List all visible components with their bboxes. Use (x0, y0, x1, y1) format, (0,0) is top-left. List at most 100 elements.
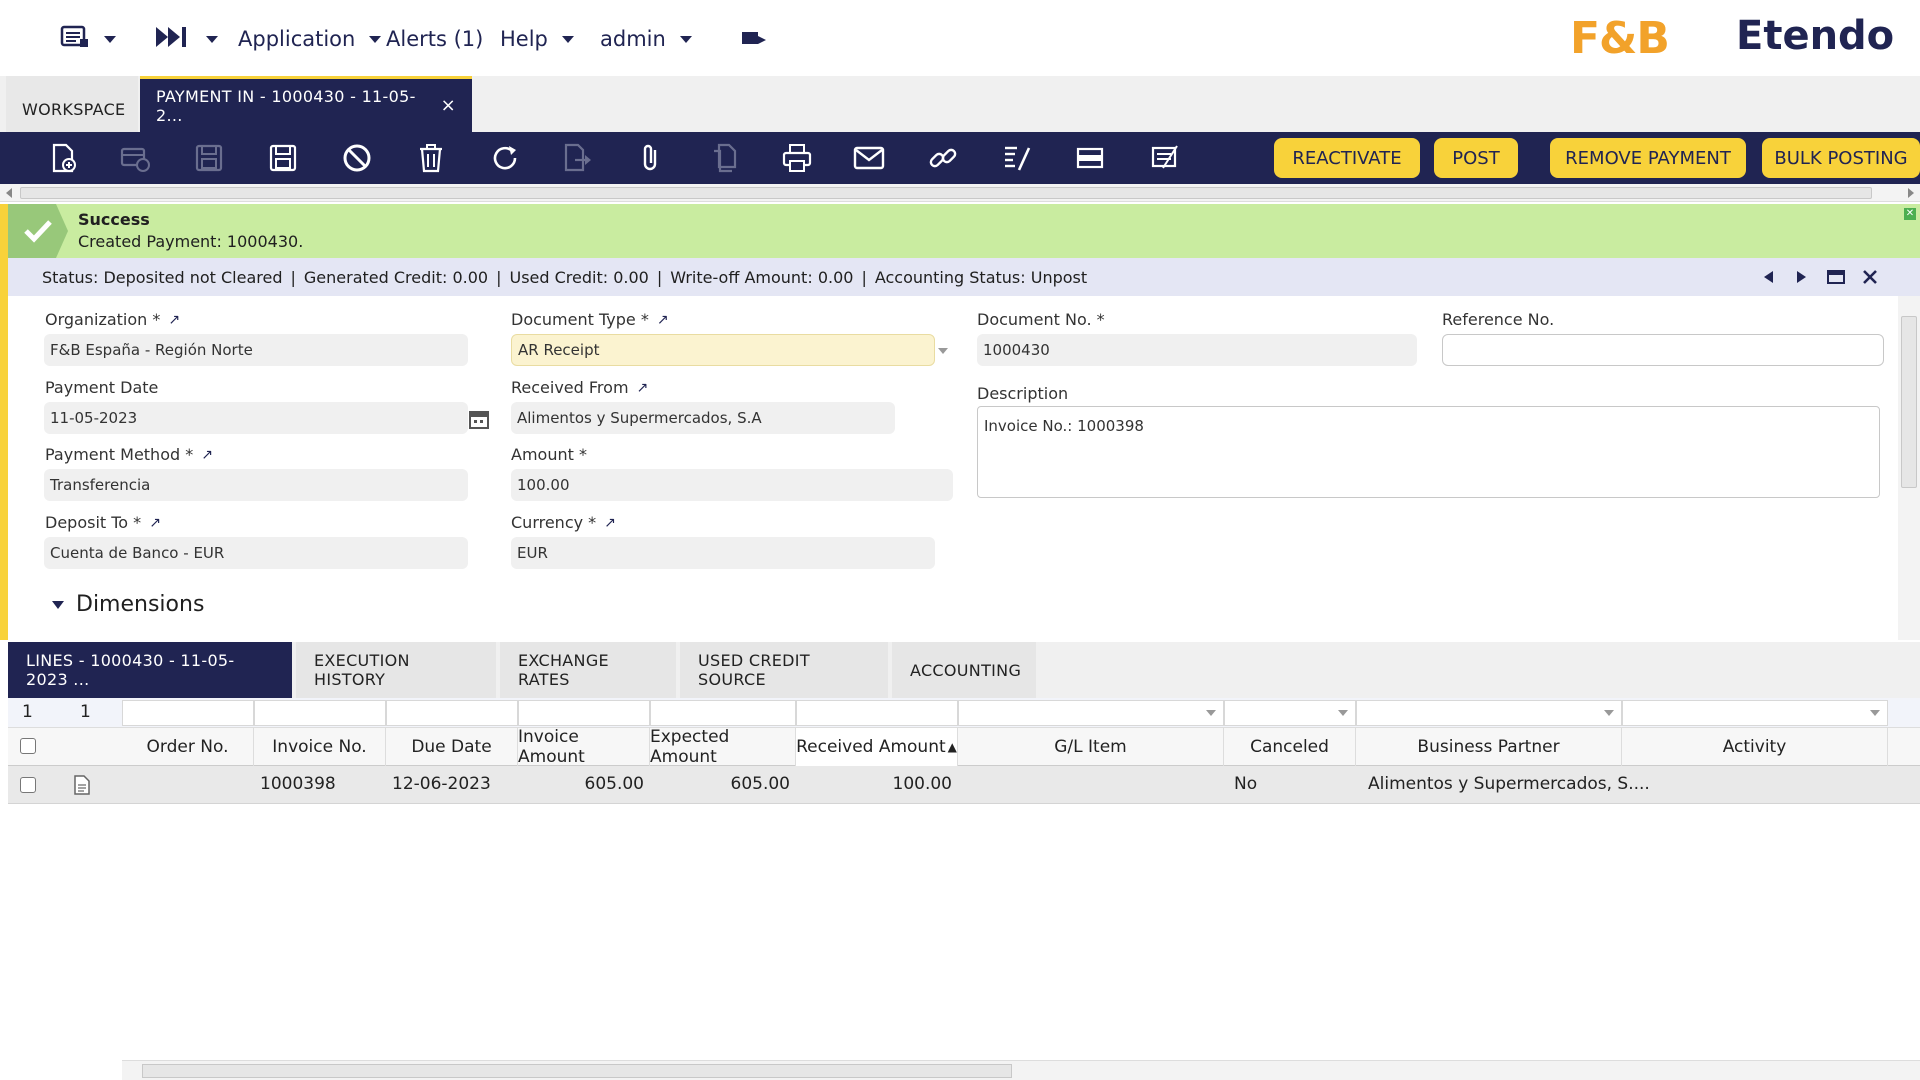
column-business-partner[interactable]: Business Partner (1356, 728, 1622, 766)
link-icon[interactable] (926, 142, 960, 174)
scroll-right-icon[interactable] (1908, 188, 1914, 198)
filter-canceled[interactable] (1224, 700, 1356, 726)
tab-execution-history[interactable]: EXECUTION HISTORY (296, 642, 496, 698)
cancel-icon[interactable] (340, 142, 374, 174)
clone-icon[interactable] (708, 142, 742, 174)
table-row[interactable]: 1000398 12-06-2023 605.00 605.00 100.00 … (8, 766, 1920, 804)
help-menu[interactable]: Help (500, 22, 574, 56)
tab-payment-in[interactable]: PAYMENT IN - 1000430 - 11-05-2... × (140, 76, 472, 132)
user-menu[interactable]: admin (600, 22, 692, 56)
remove-payment-button[interactable]: REMOVE PAYMENT (1550, 138, 1746, 178)
row-checkbox[interactable] (20, 777, 36, 793)
tab-workspace[interactable]: WORKSPACE (6, 76, 138, 132)
save-close-icon[interactable] (266, 142, 300, 174)
application-menu[interactable]: Application (238, 22, 382, 56)
document-type-field[interactable]: AR Receipt (511, 334, 935, 366)
next-record-icon[interactable] (1792, 267, 1812, 287)
audit-icon[interactable] (1000, 142, 1034, 174)
tab-lines[interactable]: LINES - 1000430 - 11-05-2023 ... (8, 642, 292, 698)
select-all-checkbox[interactable] (20, 738, 36, 754)
chevron-down-icon[interactable] (1604, 710, 1614, 716)
tab-exchange-rates[interactable]: EXCHANGE RATES (500, 642, 676, 698)
description-field[interactable]: Invoice No.: 1000398 (977, 406, 1880, 498)
close-icon[interactable]: ✕ (1904, 208, 1916, 220)
attach-icon[interactable] (634, 142, 668, 174)
payment-form: Organization * ↗ F&B España - Región Nort… (8, 296, 1898, 640)
filter-gl-item[interactable] (958, 700, 1224, 726)
tab-used-credit-source[interactable]: USED CREDIT SOURCE (680, 642, 888, 698)
recent-views-menu[interactable] (60, 22, 116, 56)
column-expected-amount[interactable]: Expected Amount (650, 727, 796, 767)
column-canceled[interactable]: Canceled (1224, 728, 1356, 766)
user-menu-label: admin (600, 27, 666, 51)
alerts-link[interactable]: Alerts (1) (386, 22, 483, 56)
tab-accounting[interactable]: ACCOUNTING (892, 642, 1036, 698)
chevron-down-icon[interactable] (938, 348, 948, 354)
column-invoice-amount[interactable]: Invoice Amount (518, 727, 650, 767)
chevron-down-icon[interactable] (1206, 710, 1216, 716)
reactivate-button[interactable]: REACTIVATE (1274, 138, 1420, 178)
form-icon[interactable] (1148, 142, 1182, 174)
filter-business-partner[interactable] (1356, 700, 1622, 726)
payment-date-field[interactable]: 11-05-2023 (44, 402, 468, 434)
scroll-left-icon[interactable] (6, 188, 12, 198)
email-icon[interactable] (852, 142, 886, 174)
new-row-icon[interactable] (118, 142, 152, 174)
close-icon[interactable]: × (441, 95, 456, 116)
print-icon[interactable] (780, 142, 814, 174)
export-icon[interactable] (560, 142, 594, 174)
pin-icon: ↗ (168, 311, 181, 328)
selected-count: 1 (22, 702, 33, 722)
chevron-down-icon (679, 35, 692, 43)
logout-button[interactable] (740, 22, 768, 56)
edit-document-icon[interactable] (74, 775, 90, 799)
column-invoice-no[interactable]: Invoice No. (254, 728, 386, 766)
column-received-amount[interactable]: Received Amount ▲ (796, 728, 958, 766)
close-form-icon[interactable] (1860, 267, 1880, 287)
currency-field[interactable]: EUR (511, 537, 935, 569)
grid-scrollbar[interactable] (122, 1060, 1920, 1080)
chevron-down-icon[interactable] (1338, 710, 1348, 716)
organization-field[interactable]: F&B España - Región Norte (44, 334, 468, 366)
form-accent-bar (0, 204, 8, 640)
filter-due-date[interactable] (386, 700, 518, 726)
form-scrollbar[interactable] (1898, 296, 1920, 640)
new-document-icon[interactable] (46, 142, 80, 174)
filter-invoice-no[interactable] (254, 700, 386, 726)
delete-icon[interactable] (414, 142, 448, 174)
quick-launch-menu[interactable] (154, 22, 218, 56)
post-button[interactable]: POST (1434, 138, 1518, 178)
chevron-down-icon (369, 35, 382, 43)
toolbar-scrollbar[interactable] (0, 184, 1920, 202)
save-icon[interactable] (192, 142, 226, 174)
amount-field[interactable]: 100.00 (511, 469, 953, 501)
filter-order-no[interactable] (122, 700, 254, 726)
chevron-down-icon[interactable] (1870, 710, 1880, 716)
document-no-field[interactable]: 1000430 (977, 334, 1417, 366)
maximize-icon[interactable] (1826, 267, 1846, 287)
deposit-to-field[interactable]: Cuenta de Banco - EUR (44, 537, 468, 569)
scrollbar-thumb[interactable] (20, 187, 1872, 199)
payment-method-field[interactable]: Transferencia (44, 469, 468, 501)
bulk-posting-button[interactable]: BULK POSTING (1762, 138, 1920, 178)
subtab-strip: LINES - 1000430 - 11-05-2023 ... EXECUTI… (8, 642, 1920, 698)
filter-expected-amount[interactable] (650, 700, 796, 726)
reference-no-field[interactable] (1442, 334, 1884, 366)
toggle-view-icon[interactable] (1074, 142, 1108, 174)
refresh-icon[interactable] (488, 142, 522, 174)
calendar-icon[interactable] (468, 408, 490, 434)
dimensions-section[interactable]: Dimensions (52, 592, 204, 617)
column-activity[interactable]: Activity (1622, 728, 1888, 766)
received-from-field[interactable]: Alimentos y Supermercados, S.A (511, 402, 895, 434)
scrollbar-thumb[interactable] (142, 1064, 1012, 1078)
filter-activity[interactable] (1622, 700, 1888, 726)
filter-received-amount[interactable] (796, 700, 958, 726)
column-due-date[interactable]: Due Date (386, 728, 518, 766)
cell-business-partner: Alimentos y Supermercados, S.... (1368, 774, 1650, 794)
previous-record-icon[interactable] (1758, 267, 1778, 287)
column-gl-item[interactable]: G/L Item (958, 728, 1224, 766)
filter-invoice-amount[interactable] (518, 700, 650, 726)
alerts-label: Alerts (1) (386, 27, 484, 51)
column-order-no[interactable]: Order No. (122, 728, 254, 766)
scrollbar-thumb[interactable] (1901, 316, 1917, 488)
